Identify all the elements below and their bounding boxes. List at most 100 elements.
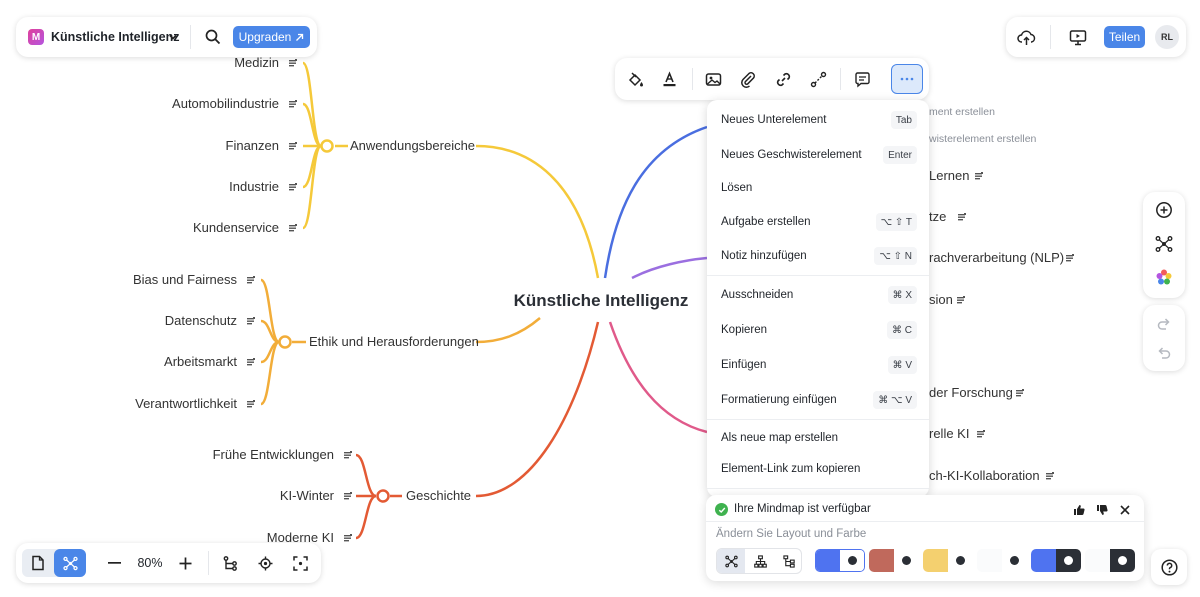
color-theme-swatch[interactable] <box>977 549 1027 572</box>
thumbs-up-icon[interactable] <box>1071 502 1087 518</box>
leaf-node[interactable]: Verantwortlichkeit <box>135 396 237 411</box>
divider <box>190 25 191 49</box>
menu-item-add-note[interactable]: Notiz hinzufügen ⌥ ⇧ N <box>707 242 929 270</box>
help-button[interactable] <box>1151 549 1187 585</box>
mindmap-layout-icon[interactable] <box>717 549 745 573</box>
chevron-down-icon[interactable] <box>166 30 180 44</box>
upgrade-button[interactable]: Upgraden <box>233 26 310 48</box>
color-theme-swatch[interactable] <box>1085 549 1135 572</box>
app-logo[interactable]: M <box>28 29 44 45</box>
branch-line-right-1 <box>603 125 708 279</box>
link-icon[interactable] <box>773 69 793 89</box>
mindmap-layout-icon[interactable] <box>1154 234 1174 254</box>
more-icon[interactable] <box>891 64 923 94</box>
tree-layout-icon[interactable] <box>775 549 801 573</box>
focus-icon[interactable] <box>255 553 275 573</box>
document-title[interactable]: Künstliche Intelligenz <box>51 30 180 44</box>
menu-item-label: Lösen <box>721 182 753 194</box>
leaf-node[interactable]: Lernen <box>929 168 969 183</box>
leaf-node[interactable]: relle KI <box>929 426 969 441</box>
branch-node-dot[interactable] <box>278 335 292 349</box>
leaf-node[interactable]: Kundenservice <box>193 220 279 235</box>
add-circle-icon[interactable] <box>1154 200 1174 220</box>
zoom-level[interactable]: 80% <box>132 556 168 570</box>
leaf-node[interactable]: Automobilindustrie <box>172 96 279 111</box>
shortcut-badge: ⌘ X <box>887 286 917 304</box>
image-icon[interactable] <box>703 69 723 89</box>
arrow-up-right-icon <box>296 33 304 41</box>
leaf-node[interactable]: Frühe Entwicklungen <box>213 447 334 462</box>
swatch-color <box>1056 549 1081 572</box>
attachment-icon[interactable] <box>738 69 758 89</box>
shortcut-badge: ⌘ ⌥ V <box>873 391 917 409</box>
fit-screen-icon[interactable] <box>290 553 310 573</box>
close-icon[interactable] <box>1117 502 1133 518</box>
redo-icon[interactable] <box>1154 314 1174 334</box>
cloud-upload-icon[interactable] <box>1015 26 1037 48</box>
zoom-out-icon[interactable] <box>105 554 123 572</box>
top-right-actions: Teilen RL <box>1006 17 1186 57</box>
leaf-node[interactable]: Arbeitsmarkt <box>164 354 237 369</box>
leaf-node[interactable]: Medizin <box>234 55 279 70</box>
leaf-node[interactable]: ch-KI-Kollaboration <box>929 468 1040 483</box>
leaf-node[interactable]: Industrie <box>229 179 279 194</box>
tree-structure-icon[interactable] <box>220 553 240 573</box>
shortcut-badge: ⌘ V <box>887 356 917 374</box>
shortcut-badge: Tab <box>890 111 917 129</box>
bottom-toolbar: 80% <box>16 543 321 583</box>
branch-geschichte[interactable]: Geschichte <box>406 488 471 503</box>
color-theme-swatch[interactable] <box>1031 549 1081 572</box>
color-theme-swatch[interactable] <box>869 549 919 572</box>
text-color-icon[interactable] <box>659 69 679 89</box>
branch-line-anwendungsbereiche <box>475 144 600 279</box>
menu-item-copy-link[interactable]: Element-Link zum kopieren <box>707 455 929 483</box>
share-button[interactable]: Teilen <box>1104 26 1145 48</box>
ghost-hint: wisterelement erstellen <box>928 133 1037 145</box>
mindmap-view-icon[interactable] <box>54 549 86 577</box>
menu-item-new-map[interactable]: Als neue map erstellen <box>707 424 929 452</box>
leaf-node[interactable]: sion <box>929 292 953 307</box>
search-icon[interactable] <box>203 27 223 47</box>
menu-item-create-task[interactable]: Aufgabe erstellen ⌥ ⇧ T <box>707 208 929 236</box>
branch-line-right-3 <box>608 321 708 434</box>
history-tools <box>1143 305 1185 371</box>
comment-icon[interactable] <box>852 69 872 89</box>
org-chart-layout-icon[interactable] <box>746 549 774 573</box>
menu-item-cut[interactable]: Ausschneiden ⌘ X <box>707 281 929 309</box>
branch-ethik[interactable]: Ethik und Herausforderungen <box>309 334 479 349</box>
swatch-color <box>923 549 948 572</box>
leaf-node[interactable]: KI-Winter <box>280 488 335 503</box>
leaf-node[interactable]: Datenschutz <box>165 313 237 328</box>
panel-title: Ihre Mindmap ist verfügbar <box>734 503 871 515</box>
menu-item-new-sibling[interactable]: Neues Geschwisterelement Enter <box>707 141 929 169</box>
presentation-icon[interactable] <box>1067 26 1089 48</box>
connector-icon[interactable] <box>808 69 828 89</box>
paint-fill-icon[interactable] <box>625 69 645 89</box>
leaf-node[interactable]: der Forschung <box>929 385 1013 400</box>
avatar[interactable]: RL <box>1155 25 1179 49</box>
leaf-node[interactable]: Finanzen <box>226 138 279 153</box>
branch-anwendungsbereiche[interactable]: Anwendungsbereiche <box>350 138 475 153</box>
center-node[interactable]: Künstliche Intelligenz <box>514 291 689 310</box>
menu-item-paste-format[interactable]: Formatierung einfügen ⌘ ⌥ V <box>707 386 929 414</box>
menu-item-detach[interactable]: Lösen <box>707 174 929 202</box>
menu-item-new-child[interactable]: Neues Unterelement Tab <box>707 106 929 134</box>
menu-item-copy[interactable]: Kopieren ⌘ C <box>707 316 929 344</box>
thumbs-down-icon[interactable] <box>1094 502 1110 518</box>
undo-icon[interactable] <box>1154 343 1174 363</box>
leaf-node[interactable]: rachverarbeitung (NLP) <box>929 250 1064 265</box>
leaf-node[interactable]: tze <box>929 209 946 224</box>
panel-subtitle: Ändern Sie Layout und Farbe <box>716 528 867 540</box>
leaf-node[interactable]: Bias und Fairness <box>133 272 238 287</box>
shortcut-badge: ⌥ ⇧ N <box>874 247 917 265</box>
branch-node-dot[interactable] <box>320 139 334 153</box>
color-theme-swatch[interactable] <box>815 549 865 572</box>
color-palette-icon[interactable] <box>1154 267 1174 287</box>
branch-line-geschichte <box>475 321 600 498</box>
zoom-in-icon[interactable] <box>176 554 194 572</box>
color-theme-swatch[interactable] <box>923 549 973 572</box>
page-icon[interactable] <box>22 549 54 577</box>
swatch-color <box>1085 549 1110 572</box>
branch-node-dot[interactable] <box>376 489 390 503</box>
menu-item-paste[interactable]: Einfügen ⌘ V <box>707 351 929 379</box>
